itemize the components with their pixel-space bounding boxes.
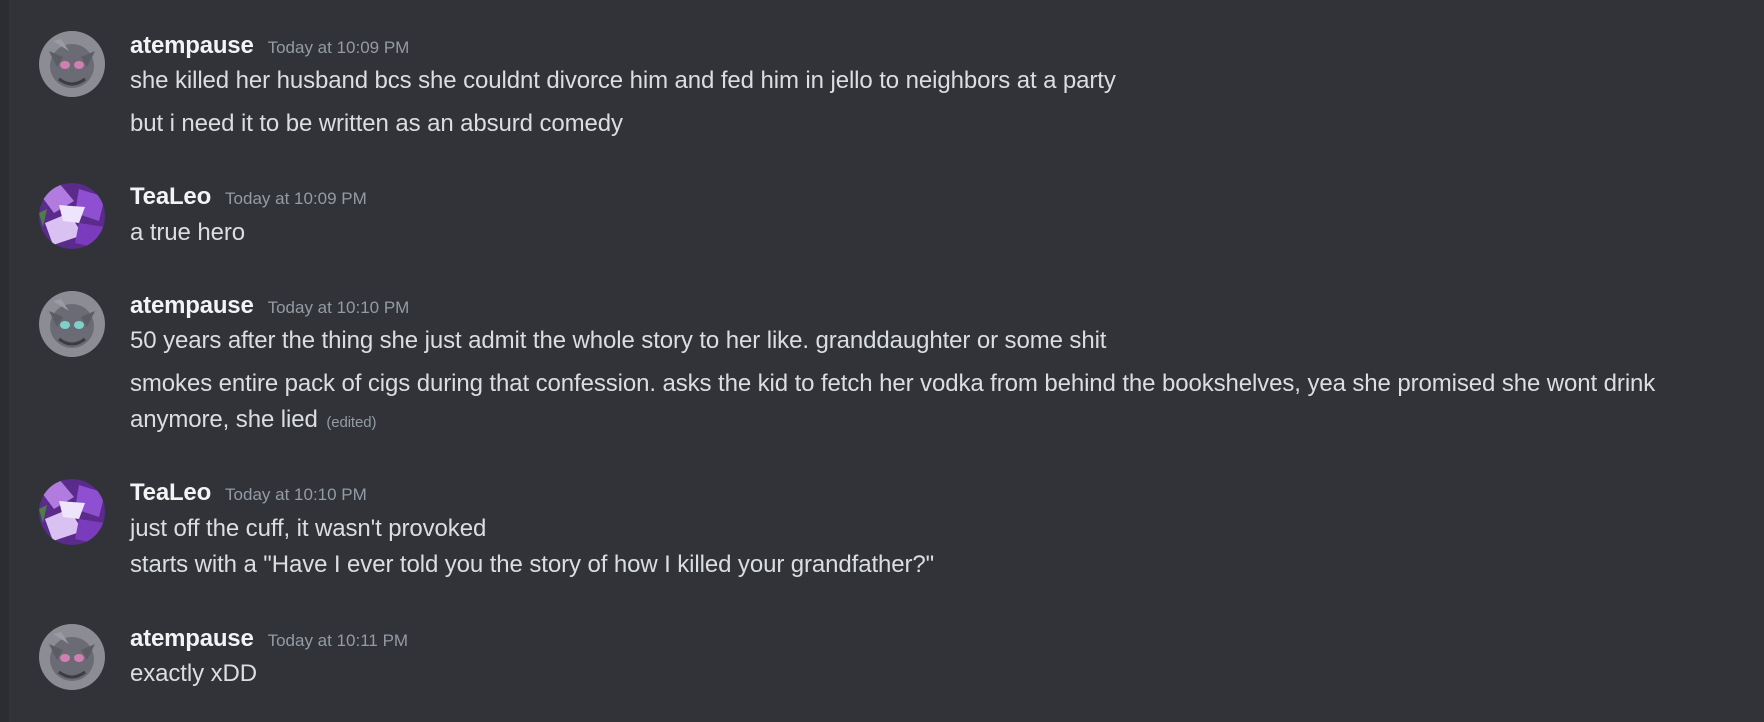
gray-creature-avatar-icon [39,291,105,357]
username[interactable]: atempause [130,625,254,653]
timestamp[interactable]: Today at 10:10 PM [268,298,410,318]
message-text: just off the cuff, it wasn't provoked [130,515,487,542]
message-text: but i need it to be written as an absurd… [130,110,623,137]
message-text: starts with a "Have I ever told you the … [130,551,935,578]
avatar[interactable] [39,31,105,97]
timestamp[interactable]: Today at 10:11 PM [268,631,409,651]
message-text: she killed her husband bcs she couldnt d… [130,67,1116,94]
gray-creature-avatar-icon [39,31,105,97]
avatar[interactable] [39,183,105,249]
purple-art-avatar-icon [39,479,105,545]
username[interactable]: TeaLeo [130,479,211,507]
edited-label: (edited) [326,414,377,431]
avatar[interactable] [39,291,105,357]
username[interactable]: atempause [130,32,254,60]
purple-art-avatar-icon [39,183,105,249]
left-sidebar-edge [0,0,9,722]
timestamp[interactable]: Today at 10:09 PM [225,189,367,209]
timestamp[interactable]: Today at 10:10 PM [225,485,367,505]
gray-creature-avatar-icon [39,624,105,690]
avatar[interactable] [39,624,105,690]
username[interactable]: TeaLeo [130,183,211,211]
message-header: TeaLeo Today at 10:09 PM [130,183,367,211]
message-header: TeaLeo Today at 10:10 PM [130,479,367,507]
message-text: a true hero [130,219,245,246]
message-text: 50 years after the thing she just admit … [130,327,1107,354]
message-header: atempause Today at 10:11 PM [130,625,408,653]
username[interactable]: atempause [130,292,254,320]
avatar[interactable] [39,479,105,545]
message-header: atempause Today at 10:10 PM [130,292,409,320]
timestamp[interactable]: Today at 10:09 PM [268,38,410,58]
message-text: exactly xDD [130,660,257,687]
message-text-wrapped: smokes entire pack of cigs during that c… [130,366,1750,441]
message-header: atempause Today at 10:09 PM [130,32,409,60]
chat-message-list: atempause Today at 10:09 PM she killed h… [9,0,1764,722]
